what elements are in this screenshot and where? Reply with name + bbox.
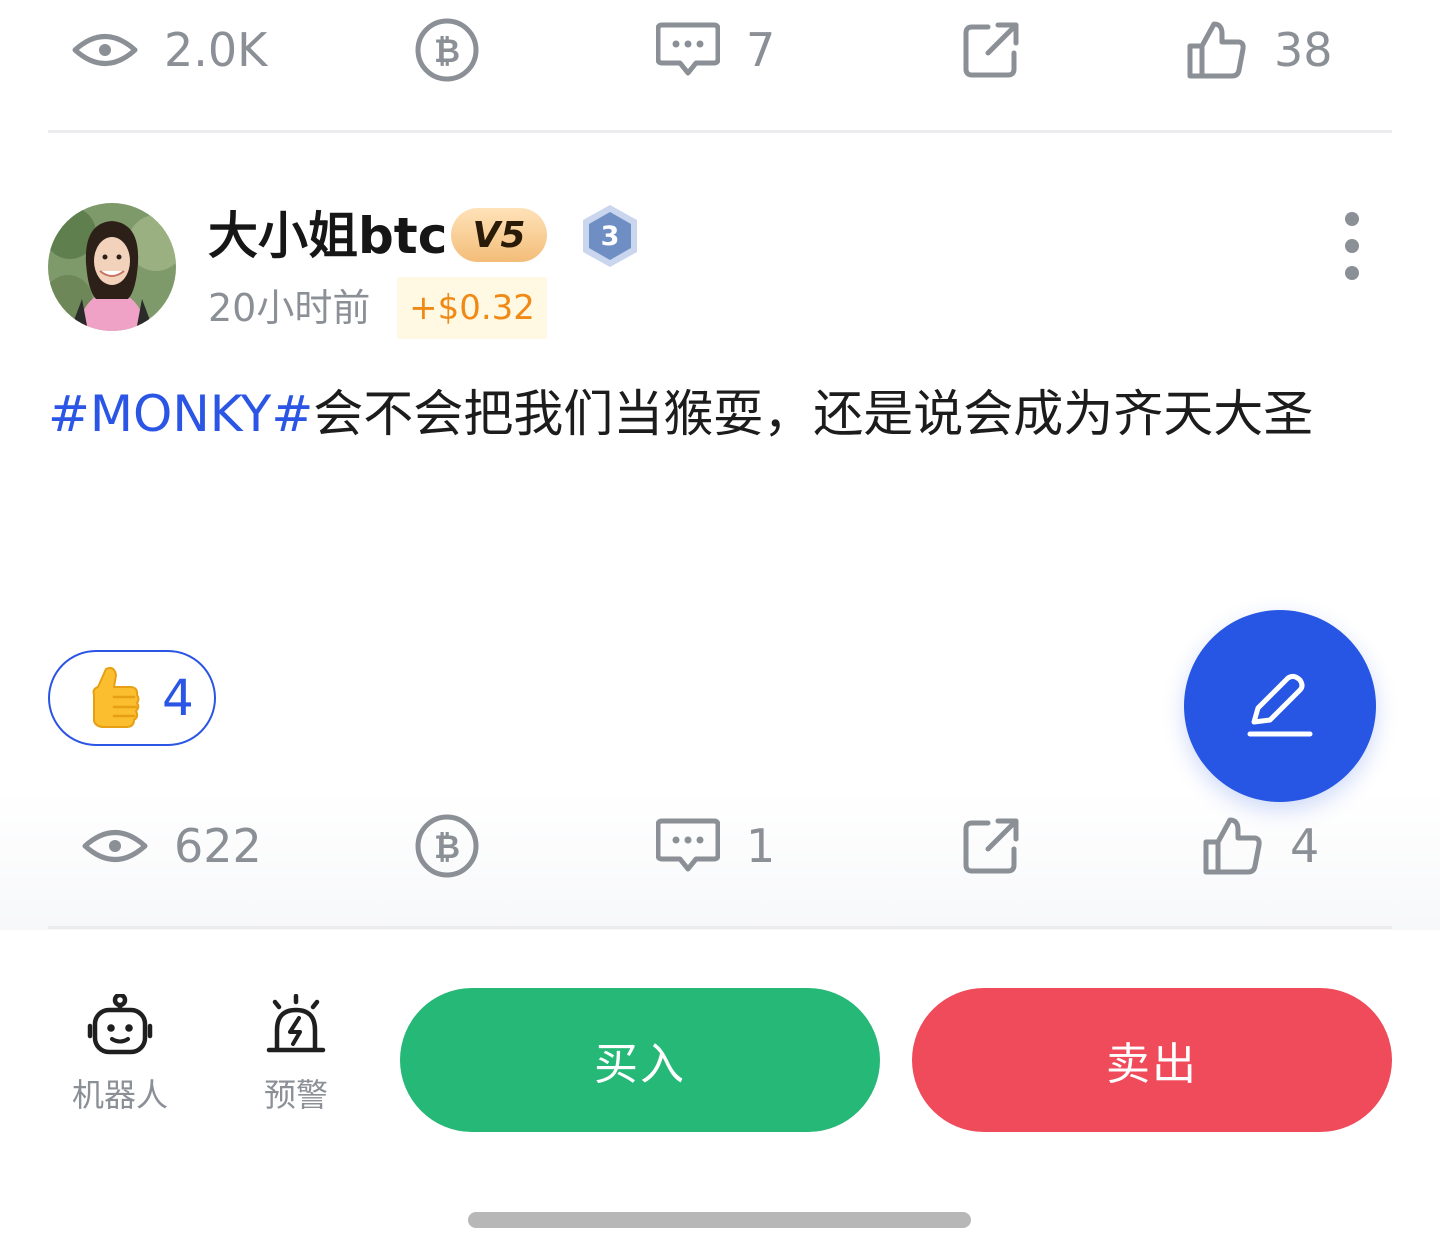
- avatar[interactable]: [48, 203, 176, 331]
- sell-button[interactable]: 卖出: [912, 988, 1392, 1132]
- edit-pen-icon: [1247, 673, 1313, 737]
- level-number: 3: [601, 221, 620, 252]
- eye-icon: [72, 34, 138, 66]
- author-name[interactable]: 大小姐btc: [208, 205, 447, 267]
- likes-stat[interactable]: 4: [1202, 801, 1319, 891]
- likes-stat[interactable]: 38: [1186, 5, 1333, 95]
- reaction-count: 4: [162, 669, 194, 727]
- share-button[interactable]: [962, 801, 1020, 891]
- tip-button[interactable]: ₿: [414, 801, 480, 891]
- likes-count: 38: [1274, 23, 1333, 77]
- vip-badge: V5: [451, 208, 547, 262]
- coin-icon: ₿: [415, 18, 479, 82]
- post-divider: [48, 926, 1392, 929]
- tip-button[interactable]: ₿: [414, 5, 480, 95]
- views-count: 622: [174, 819, 262, 873]
- thumbs-up-icon: [1203, 817, 1262, 875]
- level-badge: 3: [580, 203, 640, 269]
- more-options-button[interactable]: [1326, 208, 1378, 284]
- more-dot: [1345, 239, 1359, 253]
- profit-badge: +$0.32: [397, 277, 547, 339]
- post-content: #MONKY#会不会把我们当猴耍，还是说会成为齐天大圣: [48, 370, 1392, 458]
- post-divider: [48, 130, 1392, 133]
- compose-button[interactable]: [1184, 610, 1376, 802]
- buy-button[interactable]: 买入: [400, 988, 880, 1132]
- share-button[interactable]: [962, 5, 1020, 95]
- robot-label: 机器人: [71, 1076, 168, 1114]
- svg-text:₿: ₿: [434, 828, 460, 866]
- more-dot: [1345, 266, 1359, 280]
- views-stat: 622: [82, 801, 262, 891]
- alert-button[interactable]: 预警: [236, 994, 356, 1116]
- svg-text:₿: ₿: [434, 32, 460, 70]
- comment-icon: [656, 818, 720, 872]
- reaction-chip[interactable]: 4: [48, 650, 216, 746]
- comments-count: 7: [746, 23, 776, 77]
- alarm-icon: [266, 994, 326, 1053]
- thumbs-up-icon: [1187, 21, 1246, 79]
- avatar-photo-icon: [48, 203, 176, 331]
- robot-icon: [87, 994, 153, 1055]
- post-body-text: 会不会把我们当猴耍，还是说会成为齐天大圣: [313, 385, 1314, 443]
- post-timestamp: 20小时前: [208, 286, 371, 330]
- thumbs-up-emoji-icon: [92, 666, 140, 728]
- previous-post-stats: 2.0K ₿ 7 38: [48, 5, 1392, 95]
- hashtag-link[interactable]: #MONKY#: [48, 385, 313, 443]
- comments-count: 1: [746, 819, 776, 873]
- coin-icon: ₿: [415, 814, 479, 878]
- share-icon: [963, 22, 1019, 78]
- likes-count: 4: [1290, 819, 1320, 873]
- comments-stat[interactable]: 1: [656, 801, 775, 891]
- hexagon-badge-icon: 3: [583, 205, 637, 267]
- views-count: 2.0K: [164, 23, 268, 77]
- alert-label: 预警: [263, 1076, 328, 1114]
- post-stats: 622 ₿ 1 4: [48, 801, 1392, 891]
- home-indicator[interactable]: [468, 1212, 971, 1228]
- comment-icon: [656, 22, 720, 76]
- views-stat: 2.0K: [72, 5, 267, 95]
- robot-button[interactable]: 机器人: [60, 994, 180, 1116]
- share-icon: [963, 818, 1019, 874]
- comments-stat[interactable]: 7: [656, 5, 775, 95]
- eye-icon: [82, 830, 148, 862]
- more-dot: [1345, 212, 1359, 226]
